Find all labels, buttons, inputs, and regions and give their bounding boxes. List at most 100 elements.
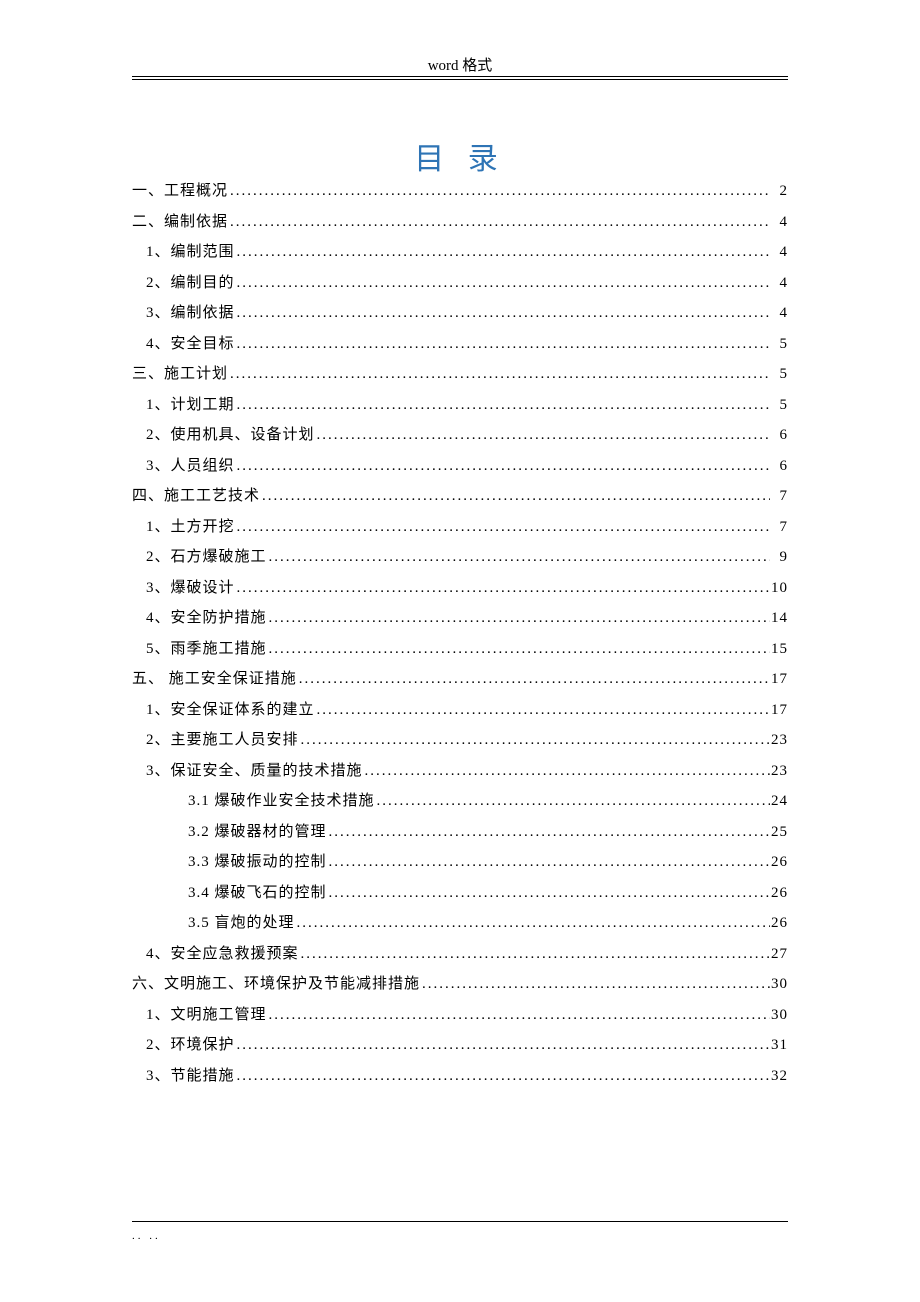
toc-entry-page: 17 xyxy=(770,672,788,687)
toc-entry-label: 2、石方爆破施工 xyxy=(146,550,267,565)
toc-entry-page: 4 xyxy=(770,276,788,291)
toc-leader-dots xyxy=(375,794,770,809)
toc-entry-page: 5 xyxy=(770,398,788,413)
toc-entry-page: 5 xyxy=(770,367,788,382)
toc-entry-label: 3、爆破设计 xyxy=(146,581,235,596)
toc-entry-label: 3、节能措施 xyxy=(146,1069,235,1084)
toc-row: 2、编制目的 4 xyxy=(132,276,788,291)
toc-entry-page: 15 xyxy=(770,642,788,657)
toc-row: 3.4 爆破飞石的控制 26 xyxy=(132,886,788,901)
toc-leader-dots xyxy=(315,703,770,718)
toc-row: 2、使用机具、设备计划 6 xyxy=(132,428,788,443)
toc-leader-dots xyxy=(235,520,770,535)
toc-entry-page: 23 xyxy=(770,733,788,748)
toc-entry-page: 4 xyxy=(770,245,788,260)
toc-entry-label: 1、计划工期 xyxy=(146,398,235,413)
toc-leader-dots xyxy=(327,825,770,840)
toc-leader-dots xyxy=(235,1038,770,1053)
toc-leader-dots xyxy=(315,428,770,443)
toc-entry-label: 3.1 爆破作业安全技术措施 xyxy=(188,794,375,809)
toc-entry-label: 2、主要施工人员安排 xyxy=(146,733,299,748)
toc-entry-label: 二、编制依据 xyxy=(132,215,228,230)
toc-row: 六、文明施工、环境保护及节能减排措施30 xyxy=(132,977,788,992)
toc-leader-dots xyxy=(420,977,770,992)
toc-entry-page: 27 xyxy=(770,947,788,962)
toc-entry-label: 3、人员组织 xyxy=(146,459,235,474)
table-of-contents: 一、工程概况2二、编制依据41、编制范围42、编制目的43、编制依据44、安全目… xyxy=(132,184,788,1099)
toc-row: 三、施工计划 5 xyxy=(132,367,788,382)
toc-leader-dots xyxy=(327,886,770,901)
toc-leader-dots xyxy=(297,672,770,687)
toc-leader-dots xyxy=(235,276,770,291)
toc-entry-page: 6 xyxy=(770,428,788,443)
toc-entry-label: 1、编制范围 xyxy=(146,245,235,260)
toc-title: 目 录 xyxy=(0,134,920,178)
toc-entry-label: 三、施工计划 xyxy=(132,367,228,382)
toc-leader-dots xyxy=(267,611,770,626)
toc-entry-page: 30 xyxy=(770,1008,788,1023)
toc-entry-label: 五、 施工安全保证措施 xyxy=(132,672,297,687)
toc-entry-page: 10 xyxy=(770,581,788,596)
toc-leader-dots xyxy=(235,581,770,596)
toc-leader-dots xyxy=(363,764,770,779)
toc-leader-dots xyxy=(235,398,770,413)
header-rule-thick xyxy=(132,76,788,77)
toc-row: 5、雨季施工措施 15 xyxy=(132,642,788,657)
toc-row: 五、 施工安全保证措施 17 xyxy=(132,672,788,687)
toc-row: 四、施工工艺技术7 xyxy=(132,489,788,504)
toc-row: 2、环境保护31 xyxy=(132,1038,788,1053)
toc-entry-label: 3.3 爆破振动的控制 xyxy=(188,855,327,870)
toc-row: 3、编制依据4 xyxy=(132,306,788,321)
toc-row: 1、编制范围 4 xyxy=(132,245,788,260)
toc-entry-page: 32 xyxy=(770,1069,788,1084)
toc-row: 3、保证安全、质量的技术措施23 xyxy=(132,764,788,779)
toc-entry-page: 5 xyxy=(770,337,788,352)
toc-entry-page: 2 xyxy=(770,184,788,199)
toc-row: 1、计划工期 5 xyxy=(132,398,788,413)
toc-leader-dots xyxy=(228,184,770,199)
toc-entry-label: 2、编制目的 xyxy=(146,276,235,291)
toc-entry-label: 4、安全应急救援预案 xyxy=(146,947,299,962)
page-header: word 格式 xyxy=(0,54,920,75)
footer-rule xyxy=(132,1221,788,1222)
toc-entry-label: 5、雨季施工措施 xyxy=(146,642,267,657)
toc-leader-dots xyxy=(260,489,770,504)
toc-row: 4、安全防护措施 14 xyxy=(132,611,788,626)
toc-entry-label: 2、使用机具、设备计划 xyxy=(146,428,315,443)
toc-leader-dots xyxy=(235,337,770,352)
toc-entry-page: 7 xyxy=(770,520,788,535)
toc-entry-label: 4、安全防护措施 xyxy=(146,611,267,626)
toc-entry-label: 1、土方开挖 xyxy=(146,520,235,535)
toc-row: 4、安全应急救援预案 27 xyxy=(132,947,788,962)
toc-leader-dots xyxy=(267,642,770,657)
toc-entry-page: 14 xyxy=(770,611,788,626)
toc-row: 3、节能措施 32 xyxy=(132,1069,788,1084)
toc-entry-page: 30 xyxy=(770,977,788,992)
toc-row: 3、人员组织6 xyxy=(132,459,788,474)
toc-entry-label: 1、文明施工管理 xyxy=(146,1008,267,1023)
toc-leader-dots xyxy=(228,367,770,382)
toc-leader-dots xyxy=(235,245,770,260)
toc-row: 1、文明施工管理 30 xyxy=(132,1008,788,1023)
toc-row: 3.1 爆破作业安全技术措施 24 xyxy=(132,794,788,809)
toc-leader-dots xyxy=(299,947,770,962)
toc-entry-page: 4 xyxy=(770,306,788,321)
toc-leader-dots xyxy=(299,733,770,748)
toc-entry-label: 4、安全目标 xyxy=(146,337,235,352)
toc-entry-label: 四、施工工艺技术 xyxy=(132,489,260,504)
toc-leader-dots xyxy=(235,459,770,474)
toc-entry-page: 17 xyxy=(770,703,788,718)
toc-row: 4、安全目标 5 xyxy=(132,337,788,352)
toc-entry-label: 3、保证安全、质量的技术措施 xyxy=(146,764,363,779)
toc-entry-page: 24 xyxy=(770,794,788,809)
toc-row: 二、编制依据4 xyxy=(132,215,788,230)
toc-leader-dots xyxy=(235,306,770,321)
toc-entry-page: 25 xyxy=(770,825,788,840)
toc-leader-dots xyxy=(327,855,770,870)
toc-entry-page: 26 xyxy=(770,855,788,870)
toc-row: 3.5 盲炮的处理 26 xyxy=(132,916,788,931)
toc-leader-dots xyxy=(295,916,770,931)
toc-leader-dots xyxy=(267,1008,770,1023)
toc-leader-dots xyxy=(228,215,770,230)
toc-row: 2、主要施工人员安排 23 xyxy=(132,733,788,748)
